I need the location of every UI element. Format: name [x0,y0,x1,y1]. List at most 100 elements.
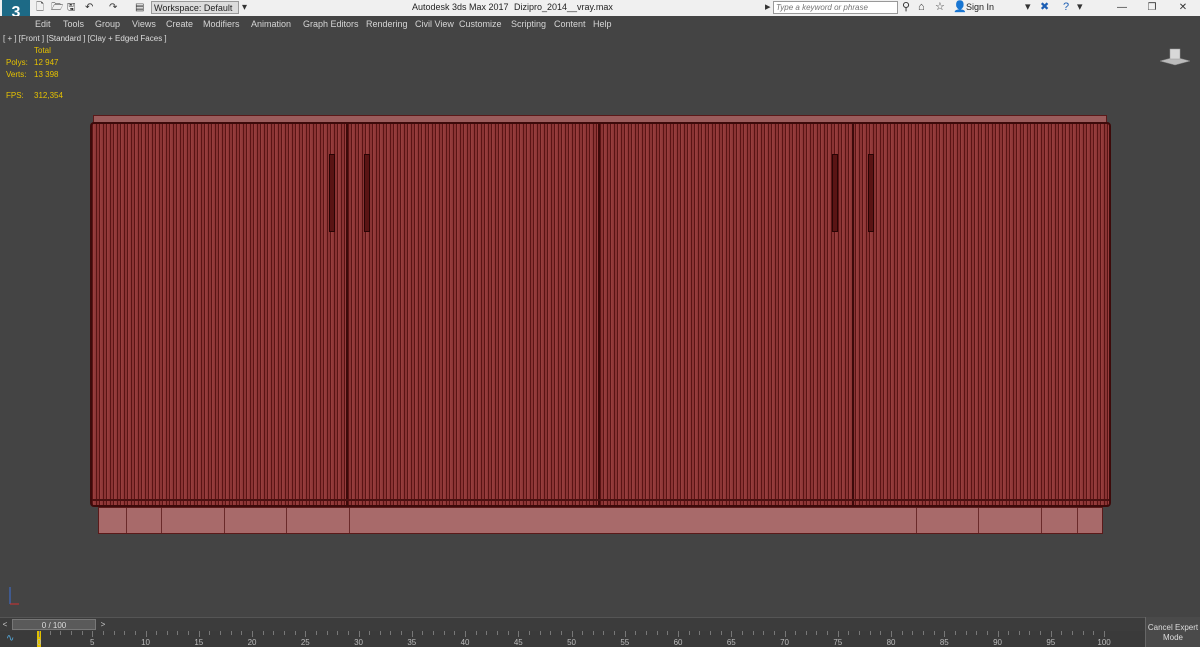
track-tick [656,631,658,635]
track-tick [869,631,871,635]
help-icon[interactable]: ? [1063,1,1069,14]
save-icon[interactable]: 🖫 [67,2,76,14]
menu-animation[interactable]: Animation [251,18,291,30]
cabinet-body[interactable] [90,122,1111,507]
track-tick [954,631,956,635]
maximize-icon[interactable]: ❐ [1137,0,1167,16]
project-icon[interactable]: ▤ [135,2,144,14]
menu-graph-editors[interactable]: Graph Editors [303,18,359,30]
track-tick [891,631,892,637]
subscription-icon[interactable]: ⌂ [918,1,925,14]
plinth-segment [1077,508,1078,533]
user-icon[interactable]: 👤 [953,1,967,14]
track-tick-label: 25 [300,638,310,647]
stats-fps-label: FPS: [6,91,24,100]
new-file-icon[interactable]: 🗋 [36,2,44,14]
track-tick [1072,631,1074,635]
track-tick-label: 0 [36,638,42,647]
track-tick [70,631,72,635]
track-tick [976,631,978,635]
menu-rendering[interactable]: Rendering [366,18,408,30]
cabinet-plinth[interactable] [98,507,1103,534]
menu-views[interactable]: Views [132,18,156,30]
time-slider-thumb[interactable]: 0 / 100 [12,619,96,630]
menu-group[interactable]: Group [95,18,120,30]
next-frame-icon[interactable]: > [98,618,108,632]
workspace-dropdown[interactable]: Workspace: Default [151,1,239,14]
menu-help[interactable]: Help [593,18,612,30]
undo-icon[interactable]: ↶ [85,2,93,14]
cancel-expert-mode-button[interactable]: Cancel Expert Mode [1145,617,1200,647]
menu-content[interactable]: Content [554,18,586,30]
track-tick [848,631,850,635]
track-tick [635,631,637,635]
track-tick [986,631,988,635]
track-tick [795,631,797,635]
chevron-down-icon[interactable]: ▾ [1025,1,1031,14]
stats-total-label: Total [34,46,51,55]
prev-frame-icon[interactable]: < [0,618,10,632]
track-tick [741,631,743,635]
track-tick [539,631,541,635]
app-title: Autodesk 3ds Max 2017 [412,2,509,12]
track-tick [252,631,253,637]
track-tick [933,631,935,635]
track-tick [177,631,179,635]
open-file-icon[interactable]: 🗁 [51,2,63,14]
redo-icon[interactable]: ↷ [109,2,117,14]
menu-customize[interactable]: Customize [459,18,502,30]
chevron-down-icon[interactable]: ▾ [242,2,247,14]
track-tick [337,631,339,635]
track-tick [433,631,435,635]
track-tick-label: 65 [726,638,736,647]
track-tick [646,631,648,635]
menu-civil-view[interactable]: Civil View [415,18,454,30]
menu-tools[interactable]: Tools [63,18,84,30]
minimize-icon[interactable]: — [1107,0,1137,16]
track-tick-label: 50 [567,638,576,647]
track-tick-label: 100 [1097,638,1111,647]
menu-scripting[interactable]: Scripting [511,18,546,30]
binoculars-icon[interactable]: ⚲ [902,1,910,14]
track-tick [699,631,701,635]
track-tick [134,631,136,635]
menu-edit[interactable]: Edit [35,18,51,30]
track-tick [305,631,307,637]
track-tick [805,631,807,635]
curve-editor-icon[interactable]: ∿ [6,633,14,644]
track-tick [507,631,509,635]
track-tick [784,631,786,637]
track-tick [220,631,222,635]
track-tick [198,631,200,637]
track-tick [1029,631,1031,635]
track-tick [262,631,264,635]
plinth-segment [349,508,350,533]
track-bar[interactable]: ∿ 0 5 10 15 20 25 30 35 40 45 50 55 60 65 70 75 80 85 90 95… [0,631,1145,647]
time-slider[interactable]: < 0 / 100 > [0,617,1145,632]
track-tick [709,631,711,635]
menu-modifiers[interactable]: Modifiers [203,18,240,30]
track-tick [1040,631,1042,635]
track-tick-label: 5 [90,638,95,647]
track-tick [326,631,328,635]
search-input[interactable] [773,1,898,14]
track-tick [113,631,115,635]
viewport-label[interactable]: [ + ] [Front ] [Standard ] [Clay + Edged… [3,34,167,43]
close-x-icon[interactable]: ✖ [1040,1,1049,14]
track-tick-label: 55 [620,638,630,647]
menu-create[interactable]: Create [166,18,193,30]
close-icon[interactable]: ✕ [1168,0,1198,16]
track-tick [358,631,360,637]
track-tick [1104,631,1105,637]
chevron-down-icon[interactable]: ▾ [1077,1,1083,14]
search-arrow-icon[interactable]: ▸ [765,1,771,14]
front-viewport[interactable]: [ + ] [Front ] [Standard ] [Clay + Edged… [0,32,1200,617]
plinth-segment [978,508,979,533]
viewcube-icon[interactable] [1158,47,1192,67]
star-icon[interactable]: ☆ [935,1,945,14]
sign-in-link[interactable]: Sign In [966,2,994,12]
stats-verts-label: Verts: [6,70,27,79]
track-tick [1018,631,1020,635]
track-tick [166,631,168,635]
track-tick-label: 40 [460,638,470,647]
